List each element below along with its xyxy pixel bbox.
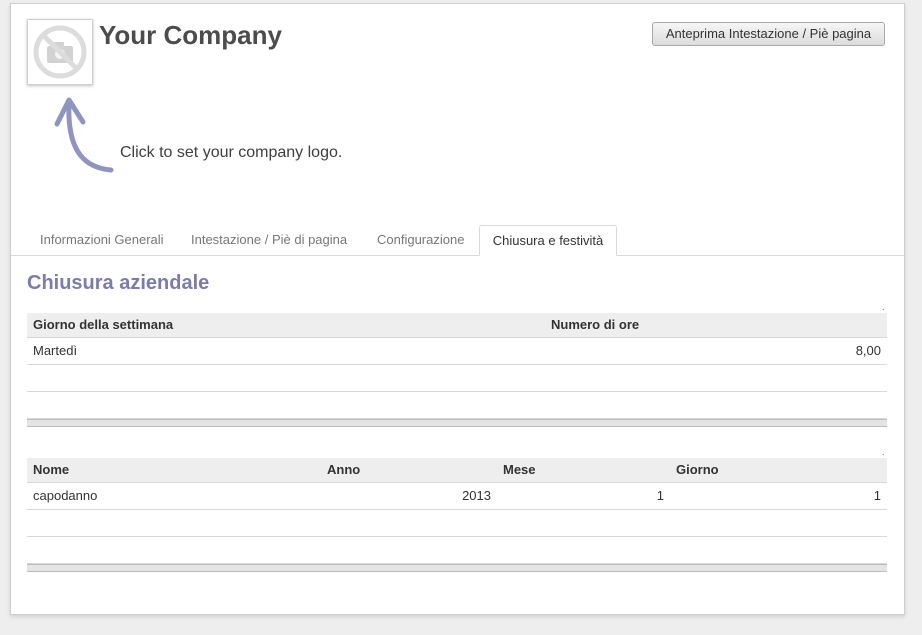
table-row[interactable]: capodanno 2013 1 1 — [27, 483, 887, 510]
table-row[interactable]: Martedì 8,00 — [27, 338, 887, 365]
column-header-hours[interactable]: Numero di ore — [551, 313, 639, 337]
preview-header-footer-button[interactable]: Anteprima Intestazione / Piè pagina — [652, 22, 885, 46]
grid-handle-dot: . — [882, 302, 885, 312]
notebook-tabs: Informazioni Generali Intestazione / Piè… — [11, 225, 904, 256]
table-header: Nome Anno Mese Giorno — [27, 458, 887, 483]
cell-day: 1 — [873, 488, 881, 503]
column-header-day[interactable]: Giorno — [676, 458, 719, 482]
grid-handle-dot: . — [882, 447, 885, 457]
column-header-month[interactable]: Mese — [503, 458, 536, 482]
holidays-table: Nome Anno Mese Giorno capodanno 2013 1 1 — [27, 458, 887, 572]
cell-day: Martedì — [33, 343, 78, 358]
empty-row[interactable] — [27, 392, 887, 419]
tab-intestazione-pie-pagina[interactable]: Intestazione / Piè di pagina — [191, 225, 347, 255]
no-camera-icon — [33, 25, 87, 79]
tab-informazioni-generali[interactable]: Informazioni Generali — [40, 225, 164, 255]
table-footer — [27, 564, 887, 572]
form-sheet: Your Company Anteprima Intestazione / Pi… — [10, 3, 905, 615]
column-header-name[interactable]: Nome — [33, 458, 69, 482]
weekly-closure-table: Giorno della settimana Numero di ore Mar… — [27, 313, 887, 427]
empty-row[interactable] — [27, 365, 887, 392]
cell-name: capodanno — [33, 488, 98, 503]
cell-year: 2013 — [462, 488, 491, 503]
tab-configurazione[interactable]: Configurazione — [377, 225, 464, 255]
empty-row[interactable] — [27, 537, 887, 564]
cell-month: 1 — [656, 488, 664, 503]
tab-chiusura-festivita[interactable]: Chiusura e festività — [479, 225, 617, 256]
column-header-year[interactable]: Anno — [327, 458, 360, 482]
section-title: Chiusura aziendale — [27, 272, 210, 294]
table-header: Giorno della settimana Numero di ore — [27, 313, 887, 338]
company-logo-placeholder[interactable] — [27, 19, 93, 85]
empty-row[interactable] — [27, 510, 887, 537]
company-name[interactable]: Your Company — [99, 20, 282, 51]
column-header-day[interactable]: Giorno della settimana — [33, 313, 173, 337]
table-footer — [27, 419, 887, 427]
logo-hint-text: Click to set your company logo. — [120, 144, 343, 161]
cell-hours: 8,00 — [855, 343, 881, 358]
curved-arrow-icon — [54, 97, 114, 173]
